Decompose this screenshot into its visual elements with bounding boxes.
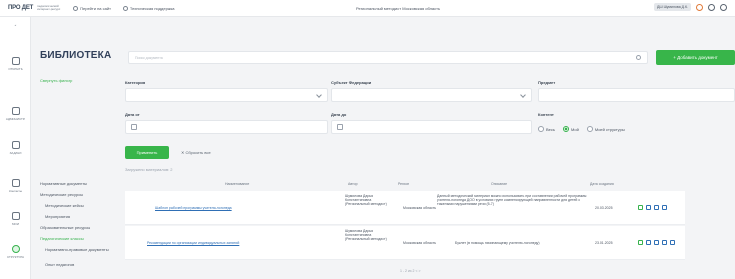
content-label: Контент (538, 112, 554, 117)
column-date[interactable]: Дата создания (590, 182, 614, 186)
reset-button[interactable]: ✕ Сбросить все (181, 150, 211, 155)
content-radio-group: Весь Мой Моей структуры (538, 126, 625, 132)
category-item[interactable]: Мероприятия (45, 214, 70, 219)
globe-icon (73, 5, 79, 11)
users-icon (11, 107, 20, 115)
folder-icon (11, 57, 20, 65)
row-actions (638, 240, 675, 245)
support-link[interactable]: Техническая поддержка (122, 5, 175, 11)
table-row[interactable]: Рекомендации по организации индивидуальн… (125, 226, 685, 260)
region-cell: Московская область (403, 241, 437, 245)
search-icon[interactable] (636, 55, 641, 60)
user-badge[interactable]: ДШ Шумилова Д.К. (654, 3, 691, 11)
category-item[interactable]: Опыт педагогов (45, 262, 74, 267)
author-cell: Шумилова Дарья Константиновна (Региональ… (345, 194, 387, 206)
logout-icon[interactable] (720, 3, 727, 11)
category-item[interactable]: Методические ресурсы (40, 192, 83, 197)
subject-select[interactable] (331, 88, 532, 102)
radio-all[interactable]: Весь (538, 126, 555, 132)
go-to-site-link[interactable]: Перейти на сайт (73, 5, 111, 11)
category-item[interactable]: Образовательные ресурсы (40, 225, 90, 230)
sidebar-item-open[interactable]: ОТКРЫТЬ (0, 57, 31, 71)
view-icon[interactable] (646, 240, 651, 245)
sidebar-item-structure[interactable]: СТРУКТУРА (0, 245, 31, 259)
column-name[interactable]: Наименование (225, 182, 249, 186)
table-row[interactable]: Шаблон рабочей программы учителя-логопед… (125, 191, 685, 225)
table-header: Наименование Автор Регион Описание Дата … (125, 179, 685, 191)
predmet-label: Предмет (538, 80, 556, 85)
author-cell: Шумилова Дарья Константиновна (Региональ… (345, 229, 387, 241)
category-select[interactable] (125, 88, 328, 102)
category-label: Категория (125, 80, 146, 85)
apply-button[interactable]: Применить (125, 146, 169, 159)
search-input[interactable]: Поиск документа (128, 51, 648, 64)
sidebar-item-tasks[interactable]: ЗАДАЧИ (0, 141, 31, 155)
edit-icon[interactable] (662, 205, 667, 210)
column-author[interactable]: Автор (348, 182, 358, 186)
contacts-icon (11, 179, 20, 187)
column-region[interactable]: Регион (398, 182, 409, 186)
chevron-down-icon (520, 92, 526, 98)
structure-icon (11, 245, 20, 253)
date-to-label: Дата до (331, 112, 347, 117)
region-cell: Московская область (403, 206, 437, 210)
category-item[interactable]: Нормативно-правовые документы (45, 247, 109, 252)
radio-mine[interactable]: Мой (562, 126, 579, 132)
sidebar-item-my[interactable]: МОИ (0, 212, 31, 226)
add-document-button[interactable]: + Добавить документ (656, 50, 735, 65)
sidebar: « ОТКРЫТЬ АДМИНИСТР. ЗАДАЧИ Контакты МОИ… (0, 17, 31, 279)
collapse-filter-link[interactable]: Свернуть фильтр (40, 78, 72, 83)
date-from-input[interactable] (125, 120, 328, 134)
predmet-select[interactable] (538, 88, 735, 102)
document-link[interactable]: Шаблон рабочей программы учителя-логопед… (155, 206, 232, 210)
copy-icon[interactable] (646, 205, 651, 210)
notification-icon[interactable] (696, 3, 703, 11)
description-cell: Буклет (в помощь начинающему учителю-лог… (455, 241, 540, 245)
row-actions (638, 205, 667, 210)
chart-icon (11, 212, 20, 220)
date-cell: 20.03.2025 (595, 206, 613, 210)
role-region: Региональный методист Московская область (356, 6, 441, 11)
date-cell: 23.01.2025 (595, 241, 613, 245)
sidebar-item-contacts[interactable]: Контакты (0, 179, 31, 193)
download-icon[interactable] (638, 240, 643, 245)
category-item[interactable]: Нормативные документы (40, 181, 87, 186)
calendar-icon[interactable] (654, 205, 659, 210)
help-icon (122, 5, 128, 11)
calendar-icon (337, 124, 343, 130)
calendar-icon (131, 124, 137, 130)
chevron-down-icon (316, 92, 322, 98)
category-item-active[interactable]: Педагогические классы (40, 236, 84, 241)
radio-my-structure[interactable]: Моей структуры (586, 126, 625, 132)
settings-icon[interactable] (708, 3, 715, 11)
category-item[interactable]: Методические кейсы (45, 203, 84, 208)
date-from-label: Дата от (125, 112, 140, 117)
date-to-input[interactable] (331, 120, 532, 134)
column-description[interactable]: Описание (491, 182, 507, 186)
tasks-icon (11, 141, 20, 149)
pagination[interactable]: 1 - 2 из 2 < > (400, 269, 421, 273)
subject-label: Субъект Федерации (331, 80, 372, 85)
sidebar-collapse[interactable]: « (0, 23, 31, 27)
calendar-icon[interactable] (662, 240, 667, 245)
description-cell: Данный методический материал можно испол… (437, 194, 587, 206)
document-link[interactable]: Рекомендации по организации индивидуальн… (147, 241, 239, 245)
logo-subtitle: педагогический интернет-ресурс (37, 3, 61, 11)
page-title: БИБЛИОТЕКА (40, 50, 112, 61)
sidebar-item-admin[interactable]: АДМИНИСТР. (0, 107, 31, 121)
edit-icon[interactable] (670, 240, 675, 245)
top-bar: ПРО ДЕТ педагогический интернет-ресурс П… (0, 0, 735, 17)
copy-icon[interactable] (654, 240, 659, 245)
logo[interactable]: ПРО ДЕТ (8, 5, 33, 11)
download-icon[interactable] (638, 205, 643, 210)
loaded-count: Загружено материалов: 2 (125, 167, 173, 172)
